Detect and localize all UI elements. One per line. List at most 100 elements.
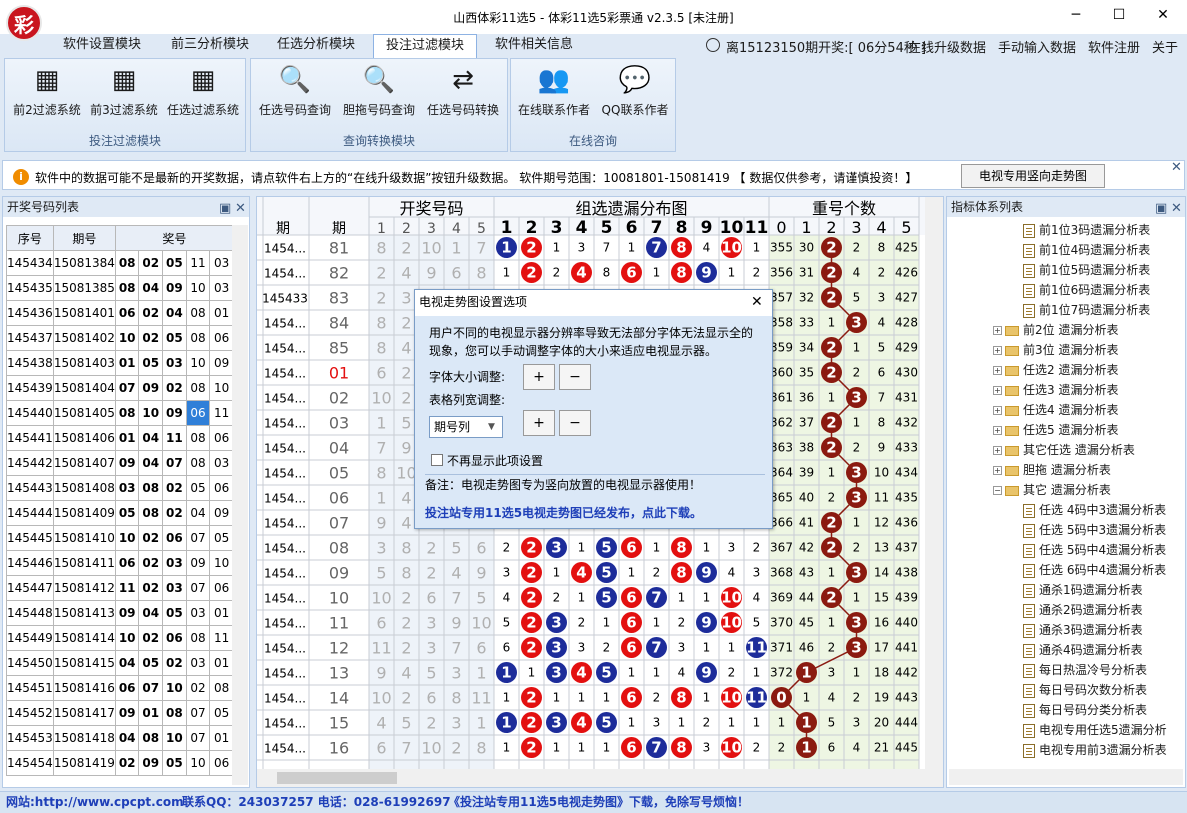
draw-row[interactable]: 145450 15081415 04 05 02 03 01 [6, 650, 234, 676]
manual-input-link[interactable]: 手动输入数据 [998, 37, 1076, 56]
tree-item[interactable]: 前1位6码遗漏分析表 [1023, 281, 1150, 298]
tree-item[interactable]: 通杀2码遗漏分析表 [1023, 601, 1143, 618]
draw-row[interactable]: 145438 15081403 01 05 03 10 09 [6, 350, 234, 376]
pin-icon[interactable]: ▣ [219, 199, 231, 219]
draw-row[interactable]: 145444 15081409 05 08 02 04 09 [6, 500, 234, 526]
tab-bet-filter[interactable]: 投注过滤模块 [373, 34, 477, 59]
tree-item[interactable]: 每日热温冷号分析表 [1023, 661, 1147, 678]
tab-software-info[interactable]: 软件相关信息 [486, 34, 582, 58]
no-show-checkbox[interactable] [431, 454, 443, 466]
register-link[interactable]: 软件注册 [1088, 37, 1140, 56]
draw-row[interactable]: 145448 15081413 09 04 05 03 01 [6, 600, 234, 626]
draw-row[interactable]: 145435 15081385 08 04 09 10 03 [6, 275, 234, 301]
tree-item[interactable]: + 任选5 遗漏分析表 [993, 421, 1118, 438]
tree-item[interactable]: 任选 5码中4遗漏分析表 [1023, 541, 1166, 558]
tab-software-settings[interactable]: 软件设置模块 [54, 34, 150, 58]
tree-item[interactable]: 电视专用前3遗漏分析表 [1023, 741, 1167, 758]
draw-row[interactable]: 145434 15081384 08 02 05 11 03 [6, 250, 234, 276]
column-select[interactable]: 期号列 ▼ [429, 416, 503, 438]
tree-item[interactable]: 任选 4码中3遗漏分析表 [1023, 501, 1166, 518]
draw-row[interactable]: 145437 15081402 10 02 05 08 06 [6, 325, 234, 351]
front3-filter-button[interactable]: ▦ 前3过滤系统 [85, 65, 163, 118]
draw-row[interactable]: 145453 15081418 04 08 10 07 01 [6, 725, 234, 751]
optional-convert-button[interactable]: ⇄ 任选号码转换 [421, 65, 505, 118]
row-number: 10 [162, 725, 187, 751]
tree-item[interactable]: 前1位3码遗漏分析表 [1023, 221, 1150, 238]
draw-row[interactable]: 145449 15081414 10 02 06 08 11 [6, 625, 234, 651]
expand-icon[interactable]: + [993, 446, 1002, 455]
optional-filter-button[interactable]: ▦ 任选过滤系统 [163, 65, 243, 118]
tv-chart-button[interactable]: 电视专用竖向走势图 [961, 164, 1105, 188]
tree-item[interactable]: 通杀1码遗漏分析表 [1023, 581, 1143, 598]
minimize-button[interactable]: ─ [1054, 4, 1098, 26]
dialog-close-icon[interactable]: ✕ [751, 290, 763, 314]
draw-row[interactable]: 145439 15081404 07 09 02 08 10 [6, 375, 234, 401]
draw-row[interactable]: 145452 15081417 09 01 08 07 05 [6, 700, 234, 726]
draw-row[interactable]: 145442 15081407 09 04 07 08 03 [6, 450, 234, 476]
panel-close-icon[interactable]: ✕ [235, 199, 246, 219]
expand-icon[interactable]: + [993, 406, 1002, 415]
tree-item[interactable]: + 任选4 遗漏分析表 [993, 401, 1118, 418]
about-link[interactable]: 关于 [1152, 37, 1178, 56]
tree-item[interactable]: 每日号码次数分析表 [1023, 681, 1147, 698]
draw-row[interactable]: 145445 15081410 10 02 06 07 05 [6, 525, 234, 551]
optional-query-button[interactable]: 🔍 任选号码查询 [253, 65, 337, 118]
expand-icon[interactable]: + [993, 366, 1002, 375]
draw-row[interactable]: 145454 15081419 02 09 05 10 06 [6, 750, 234, 776]
font-increase-button[interactable]: + [523, 364, 555, 390]
tab-optional-analysis[interactable]: 任选分析模块 [268, 34, 364, 58]
tree-item[interactable]: 电视专用任选5遗漏分析 [1023, 721, 1167, 738]
draw-row[interactable]: 145447 15081412 11 02 03 07 06 [6, 575, 234, 601]
font-decrease-button[interactable]: − [559, 364, 591, 390]
col-increase-button[interactable]: + [523, 410, 555, 436]
draw-row[interactable]: 145443 15081408 03 08 02 05 06 [6, 475, 234, 501]
draw-row[interactable]: 145446 15081411 06 02 03 09 10 [6, 550, 234, 576]
miss-count: 1 [753, 716, 761, 730]
online-upgrade-link[interactable]: 在线升级数据 [908, 37, 986, 56]
panel-close-icon[interactable]: ✕ [1171, 199, 1182, 219]
tree-item[interactable]: + 其它任选 遗漏分析表 [993, 441, 1135, 458]
collapse-icon[interactable]: − [993, 486, 1002, 495]
expand-icon[interactable]: + [993, 386, 1002, 395]
tree-item[interactable]: 任选 5码中3遗漏分析表 [1023, 521, 1166, 538]
maximize-button[interactable]: ☐ [1097, 4, 1141, 26]
tree-item[interactable]: 任选 6码中4遗漏分析表 [1023, 561, 1166, 578]
dantuo-query-button[interactable]: 🔍 胆拖号码查询 [337, 65, 421, 118]
qq-contact-button[interactable]: 💬 QQ联系作者 [595, 65, 675, 118]
row-number: 09 [209, 350, 234, 376]
tree-item[interactable]: − 其它 遗漏分析表 [993, 481, 1111, 498]
tree-item[interactable]: + 任选3 遗漏分析表 [993, 381, 1118, 398]
promo-link[interactable]: 《投注站专用11选5电视走势图》下载，免除写号烦恼！ [448, 792, 749, 812]
contact-author-button[interactable]: 👥 在线联系作者 [513, 65, 595, 118]
tree-item[interactable]: 前1位4码遗漏分析表 [1023, 241, 1150, 258]
expand-icon[interactable]: + [993, 426, 1002, 435]
tab-front-three[interactable]: 前三分析模块 [162, 34, 258, 58]
right-h-scrollbar[interactable] [949, 769, 1183, 785]
v-scrollbar[interactable] [925, 197, 943, 769]
tree-item[interactable]: + 任选2 遗漏分析表 [993, 361, 1118, 378]
download-link[interactable]: 投注站专用11选5电视走势图已经发布，点此下载。 [425, 504, 702, 521]
expand-icon[interactable]: + [993, 346, 1002, 355]
tree-item[interactable]: 前1位7码遗漏分析表 [1023, 301, 1150, 318]
left-scrollbar[interactable] [232, 225, 248, 785]
draw-row[interactable]: 145441 15081406 01 04 11 08 06 [6, 425, 234, 451]
tree-item[interactable]: 通杀3码遗漏分析表 [1023, 621, 1143, 638]
draw-row[interactable]: 145451 15081416 06 07 10 02 08 [6, 675, 234, 701]
pin-icon[interactable]: ▣ [1155, 199, 1167, 219]
tree-item[interactable]: 每日号码分类分析表 [1023, 701, 1147, 718]
info-close-icon[interactable]: ✕ [1171, 160, 1182, 175]
expand-icon[interactable]: + [993, 326, 1002, 335]
website-link[interactable]: 网站:http://www.cpcpt.com [6, 792, 184, 812]
tree-item[interactable]: 通杀4码遗漏分析表 [1023, 641, 1143, 658]
tree-item[interactable]: + 前3位 遗漏分析表 [993, 341, 1118, 358]
draw-row[interactable]: 145440 15081405 08 10 09 06 11 [6, 400, 234, 426]
close-button[interactable]: ✕ [1141, 4, 1185, 26]
tree-item[interactable]: 前1位5码遗漏分析表 [1023, 261, 1150, 278]
draw-row[interactable]: 145436 15081401 06 02 04 08 01 [6, 300, 234, 326]
tree-item[interactable]: + 胆拖 遗漏分析表 [993, 461, 1111, 478]
expand-icon[interactable]: + [993, 466, 1002, 475]
h-scroll-thumb[interactable] [277, 772, 397, 784]
col-decrease-button[interactable]: − [559, 410, 591, 436]
front2-filter-button[interactable]: ▦ 前2过滤系统 [9, 65, 85, 118]
tree-item[interactable]: + 前2位 遗漏分析表 [993, 321, 1118, 338]
